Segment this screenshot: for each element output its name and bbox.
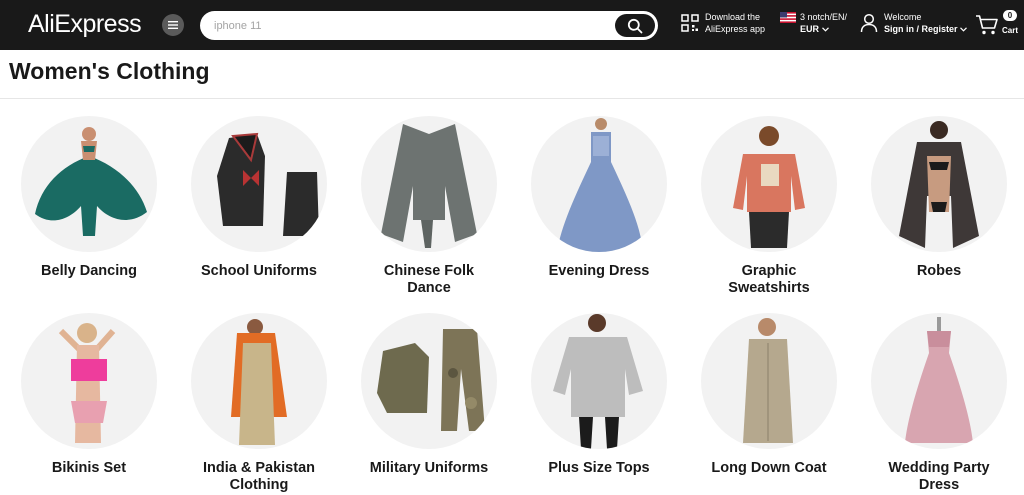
category-label: Wedding Party Dress [888, 460, 990, 493]
category-image [361, 313, 497, 449]
cart-button[interactable]: 0 Cart [975, 10, 1020, 40]
category-label: Military Uniforms [369, 460, 489, 476]
category-label: Graphic Sweatshirts [728, 263, 810, 296]
category-image [191, 116, 327, 252]
category-label: Evening Dress [548, 263, 650, 279]
app-download-line1: Download the [705, 12, 761, 22]
cart-count-badge: 0 [1003, 10, 1017, 21]
category-image [701, 116, 837, 252]
cart-label: Cart [1002, 26, 1019, 35]
top-header: AliExpress Download the AliExpress [0, 0, 1024, 50]
search-input[interactable] [214, 11, 604, 40]
category-image [701, 313, 837, 449]
user-icon [860, 13, 878, 33]
category-image [871, 116, 1007, 252]
search-button[interactable] [615, 14, 655, 37]
category-plus-size-tops[interactable]: Plus Size Tops [514, 313, 684, 477]
category-image [531, 313, 667, 449]
search-bar [200, 11, 658, 40]
category-chinese-folk-dance[interactable]: Chinese Folk Dance [344, 116, 514, 297]
app-download-line2: AliExpress app [705, 24, 766, 34]
search-icon [627, 18, 643, 33]
category-evening-dress[interactable]: Evening Dress [514, 116, 684, 280]
category-image [531, 116, 667, 252]
category-label: India & Pakistan Clothing [202, 460, 315, 493]
category-image [21, 313, 157, 449]
category-image [361, 116, 497, 252]
menu-icon [168, 21, 178, 29]
category-label: Belly Dancing [41, 263, 137, 279]
page-title: Women's Clothing [9, 58, 210, 84]
category-label: School Uniforms [200, 263, 317, 279]
title-divider [0, 98, 1024, 99]
category-label: Long Down Coat [711, 460, 827, 476]
category-label: Chinese Folk Dance [383, 263, 475, 296]
category-label: Robes [916, 263, 962, 279]
category-long-down-coat[interactable]: Long Down Coat [684, 313, 854, 477]
aliexpress-logo[interactable]: AliExpress [28, 10, 142, 39]
category-label: Plus Size Tops [548, 460, 650, 476]
locale-line1: 3 notch/EN/ [800, 12, 848, 22]
category-robes[interactable]: Robes [854, 116, 1024, 280]
chevron-down-icon [821, 27, 829, 32]
category-image [191, 313, 327, 449]
currency-label: EUR [800, 24, 820, 34]
category-image [871, 313, 1007, 449]
category-military-uniforms[interactable]: Military Uniforms [344, 313, 514, 477]
qr-code-icon [681, 14, 699, 32]
category-label: Bikinis Set [51, 460, 127, 476]
locale-selector[interactable]: 3 notch/EN/ EUR [780, 11, 847, 35]
category-belly-dancing[interactable]: Belly Dancing [4, 116, 174, 280]
chevron-down-icon [960, 27, 967, 32]
category-menu-button[interactable] [162, 14, 184, 36]
us-flag-icon [780, 12, 796, 23]
category-bikinis-set[interactable]: Bikinis Set [4, 313, 174, 477]
app-download-link[interactable]: Download the AliExpress app [681, 11, 765, 35]
welcome-text: Welcome [884, 12, 922, 22]
category-india-pakistan-clothing[interactable]: India & Pakistan Clothing [174, 313, 344, 494]
signin-register-link[interactable]: Sign in / Register [884, 24, 958, 34]
cart-icon [976, 15, 998, 35]
account-menu[interactable]: Welcome Sign in / Register [860, 11, 967, 35]
category-graphic-sweatshirts[interactable]: Graphic Sweatshirts [684, 116, 854, 297]
category-school-uniforms[interactable]: School Uniforms [174, 116, 344, 280]
category-wedding-party-dress[interactable]: Wedding Party Dress [854, 313, 1024, 494]
category-image [21, 116, 157, 252]
